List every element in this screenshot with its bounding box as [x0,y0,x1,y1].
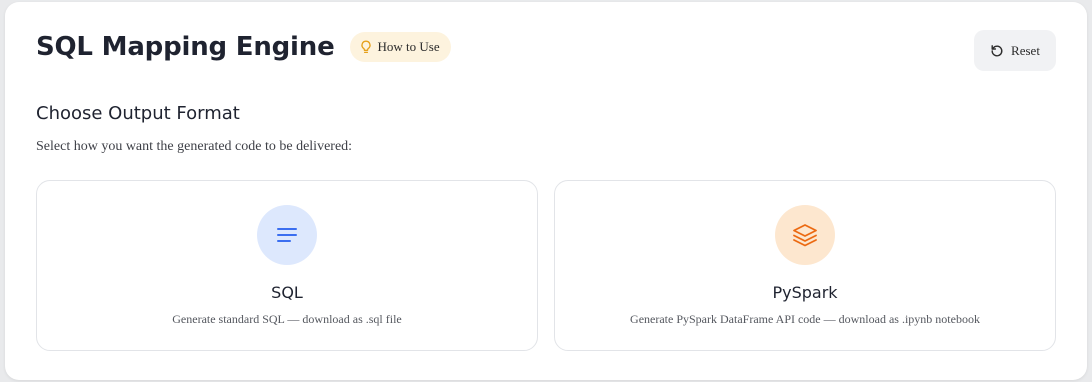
layers-icon [792,223,818,247]
rotate-ccw-icon [990,44,1011,58]
how-to-use-button[interactable]: How to Use [349,32,451,62]
sql-option-title: SQL [271,283,303,302]
pyspark-icon-circle [775,205,835,265]
main-panel: SQL Mapping Engine How to Use Reset Choo… [5,2,1087,380]
section-title: Choose Output Format [36,103,240,124]
pyspark-option-description: Generate PySpark DataFrame API code — do… [630,312,980,326]
sql-option-card[interactable]: SQL Generate standard SQL — download as … [36,180,538,351]
sql-icon-circle [257,205,317,265]
sql-option-description: Generate standard SQL — download as .sql… [172,312,402,326]
text-lines-icon [276,226,298,244]
lightbulb-icon [360,40,378,54]
reset-button[interactable]: Reset [974,30,1056,71]
header: SQL Mapping Engine How to Use [36,32,451,62]
pyspark-option-title: PySpark [772,283,838,302]
pyspark-option-card[interactable]: PySpark Generate PySpark DataFrame API c… [554,180,1056,351]
section-description: Select how you want the generated code t… [36,139,353,154]
reset-label: Reset [1011,42,1040,58]
page-title: SQL Mapping Engine [36,32,335,62]
how-to-use-label: How to Use [377,39,440,54]
